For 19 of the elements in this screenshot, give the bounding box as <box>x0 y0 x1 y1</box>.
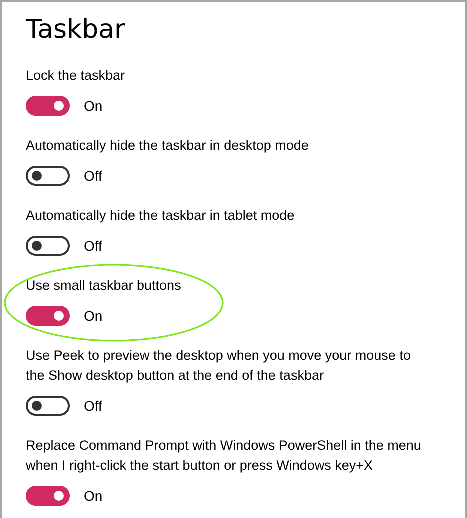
setting-label: Use small taskbar buttons <box>26 277 182 295</box>
toggle-state: Off <box>84 397 102 416</box>
toggle-state: On <box>84 97 103 116</box>
toggle-switch[interactable] <box>26 306 70 326</box>
toggle-state: Off <box>84 167 102 186</box>
toggle-state: On <box>84 487 103 506</box>
setting-label: Lock the taskbar <box>26 67 126 85</box>
toggle-switch[interactable] <box>26 166 70 186</box>
setting-label: Automatically hide the taskbar in desktop mode <box>26 137 310 155</box>
toggle-switch[interactable] <box>26 236 70 256</box>
toggle-switch[interactable] <box>26 396 70 416</box>
toggle-state: Off <box>84 237 102 256</box>
toggle-switch[interactable] <box>26 96 70 116</box>
toggle-switch[interactable] <box>26 486 70 506</box>
setting-label: Automatically hide the taskbar in tablet mode <box>26 207 296 225</box>
page-title: Taskbar <box>26 14 126 46</box>
setting-label: Replace Command Prompt with Windows PowerShell in the menu when I right-click the start button or press Windows key+X <box>26 437 422 475</box>
setting-label: Use Peek to preview the desktop when you move your mouse to the Show desktop button at the end of the taskbar <box>26 347 412 385</box>
toggle-state: On <box>84 307 103 326</box>
